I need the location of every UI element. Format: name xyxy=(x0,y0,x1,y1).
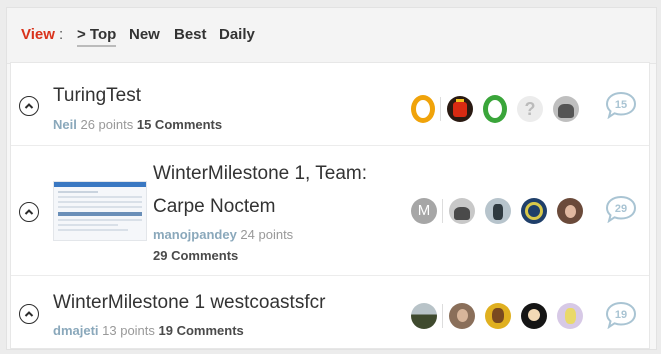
photo-avatar[interactable] xyxy=(449,198,475,224)
post-meta: manojpandey 24 points xyxy=(153,227,293,242)
tab-new[interactable]: New xyxy=(129,26,160,43)
comment-bubble-icon[interactable]: 29 xyxy=(605,195,637,223)
view-bar: View : > Top New Best Daily xyxy=(7,8,656,64)
post-row: WinterMilestone 1, Team: Carpe Noctem ma… xyxy=(11,145,649,276)
post-meta: Neil 26 points 15 Comments xyxy=(53,117,222,132)
view-colon: : xyxy=(59,26,64,43)
avatar-group: ? xyxy=(411,95,589,123)
photo-avatar[interactable] xyxy=(485,198,511,224)
post-author[interactable]: dmajeti xyxy=(53,323,99,338)
post-author[interactable]: manojpandey xyxy=(153,227,237,242)
view-label: View xyxy=(21,26,55,43)
photo-avatar[interactable] xyxy=(553,96,579,122)
avatar-group xyxy=(411,303,593,329)
post-points: 24 points xyxy=(240,227,294,242)
post-list: TuringTest Neil 26 points 15 Comments ? … xyxy=(10,62,650,349)
post-thumbnail[interactable] xyxy=(53,181,147,241)
comment-count: 15 xyxy=(615,99,627,111)
chevron-up-icon xyxy=(24,209,34,215)
photo-avatar[interactable] xyxy=(557,198,583,224)
red-lantern-avatar[interactable] xyxy=(447,96,473,122)
post-comments-link[interactable]: 15 Comments xyxy=(137,117,222,132)
photo-avatar[interactable] xyxy=(449,303,475,329)
upvote-button[interactable] xyxy=(19,304,39,324)
comment-bubble-icon[interactable]: 19 xyxy=(605,301,637,329)
avatar-group: M xyxy=(411,198,593,224)
post-meta: dmajeti 13 points 19 Comments xyxy=(53,323,244,338)
post-row: TuringTest Neil 26 points 15 Comments ? … xyxy=(11,63,649,146)
purple-avatar[interactable] xyxy=(557,303,583,329)
question-mark-avatar[interactable]: ? xyxy=(517,96,543,122)
letter-m-avatar[interactable]: M xyxy=(411,198,437,224)
post-points: 13 points xyxy=(102,323,155,338)
chevron-up-icon xyxy=(24,311,34,317)
avatar-divider xyxy=(442,304,443,328)
comment-bubble-icon[interactable]: 15 xyxy=(605,91,637,119)
chevron-up-icon xyxy=(24,103,34,109)
post-comments-line: 29 Comments xyxy=(153,248,238,263)
post-comments-link[interactable]: 19 Comments xyxy=(159,323,244,338)
landscape-avatar[interactable] xyxy=(411,303,437,329)
post-comments-link[interactable]: 29 Comments xyxy=(153,248,238,263)
tab-best[interactable]: Best xyxy=(174,26,207,43)
avatar-divider xyxy=(442,199,443,223)
comment-count: 29 xyxy=(615,203,627,215)
post-title-line2[interactable]: Carpe Noctem xyxy=(153,196,276,218)
post-title[interactable]: WinterMilestone 1 westcoastsfcr xyxy=(53,292,325,314)
orange-ring-avatar[interactable] xyxy=(411,95,435,123)
blue-pattern-avatar[interactable] xyxy=(521,198,547,224)
green-ring-avatar[interactable] xyxy=(483,95,507,123)
post-title[interactable]: TuringTest xyxy=(53,85,141,107)
post-row: WinterMilestone 1 westcoastsfcr dmajeti … xyxy=(11,275,649,348)
post-points: 26 points xyxy=(80,117,134,132)
cartoon-avatar[interactable] xyxy=(521,303,547,329)
tab-daily[interactable]: Daily xyxy=(219,26,255,43)
tab-top[interactable]: > Top xyxy=(77,26,117,47)
comment-count: 19 xyxy=(615,309,627,321)
upvote-button[interactable] xyxy=(19,96,39,116)
yellow-avatar[interactable] xyxy=(485,303,511,329)
avatar-divider xyxy=(440,97,441,121)
upvote-button[interactable] xyxy=(19,202,39,222)
post-title-line1[interactable]: WinterMilestone 1, Team: xyxy=(153,163,367,185)
post-author[interactable]: Neil xyxy=(53,117,77,132)
